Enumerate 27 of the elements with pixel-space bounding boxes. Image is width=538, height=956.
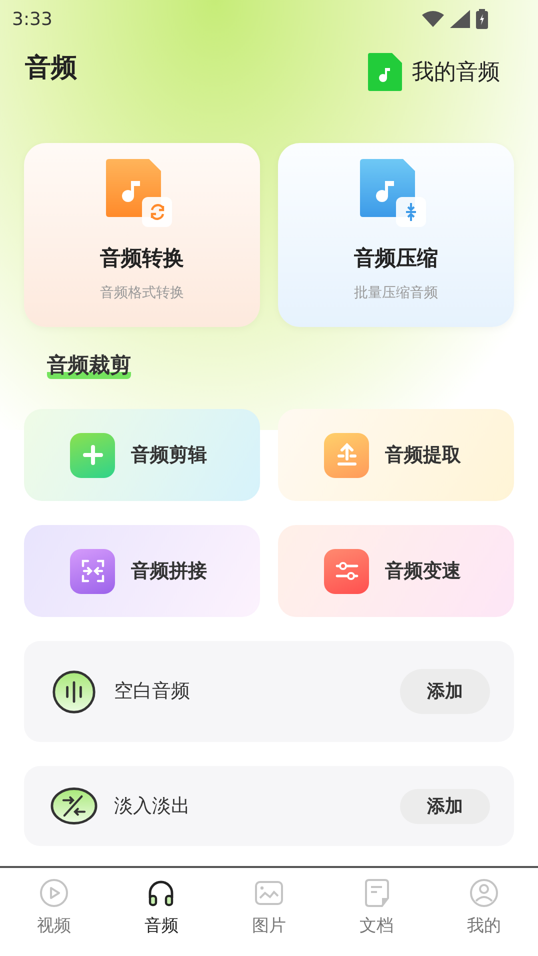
card-title: 音频压缩 [354, 245, 438, 272]
card-subtitle: 音频格式转换 [100, 284, 184, 302]
effect-label: 空白音频 [114, 679, 191, 704]
tool-card[interactable]: 音频拼接 [24, 525, 260, 617]
effect-label: 淡入淡出 [114, 794, 191, 819]
tool-label: 音频变速 [385, 558, 461, 584]
tool-label: 音频拼接 [131, 558, 207, 584]
my-audio-button[interactable]: 我的音频 [368, 53, 500, 91]
section-title: 音频裁剪 [47, 351, 131, 379]
tool-label: 音频提取 [385, 442, 461, 468]
tool-card[interactable]: 音频提取 [278, 409, 514, 501]
nav-tab[interactable]: 我的 [430, 878, 538, 948]
page-title: 音频 [25, 52, 77, 84]
nav-tab[interactable]: 音频 [108, 878, 216, 948]
card-title: 音频转换 [100, 245, 184, 272]
status-time: 3:33 [12, 8, 52, 32]
feature-card[interactable]: 音频压缩 批量压缩音频 [278, 143, 514, 327]
card-subtitle: 批量压缩音频 [354, 284, 438, 302]
tool-label: 音频剪辑 [131, 442, 207, 468]
tool-card[interactable]: 音频剪辑 [24, 409, 260, 501]
feature-card[interactable]: 音频转换 音频格式转换 [24, 143, 260, 327]
nav-tab[interactable]: 图片 [215, 878, 323, 948]
add-button[interactable]: 添加 [400, 788, 490, 824]
tool-card[interactable]: 音频变速 [278, 525, 514, 617]
nav-tab[interactable]: 文档 [322, 878, 430, 948]
add-button[interactable]: 添加 [400, 669, 490, 714]
nav-tab[interactable]: 视频 [0, 878, 108, 948]
